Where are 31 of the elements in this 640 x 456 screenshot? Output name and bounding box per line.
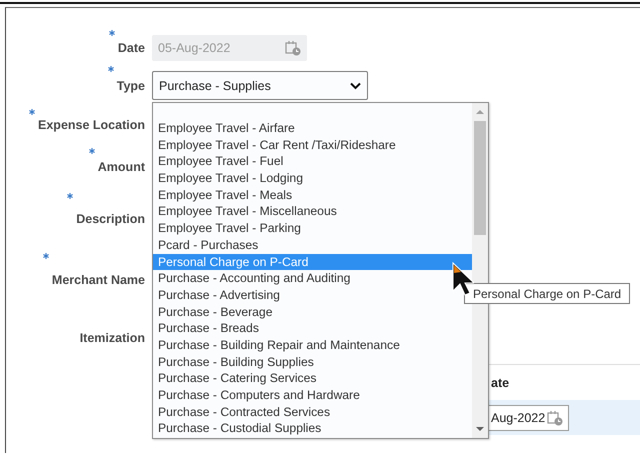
calendar-icon[interactable] [547, 410, 564, 426]
column-header: ate [491, 376, 510, 390]
field-label: Description [76, 212, 145, 226]
field-label: Date [118, 41, 145, 55]
dropdown-option[interactable]: Purchase - Building Supplies [153, 354, 472, 370]
dropdown-option[interactable]: Purchase - Building Repair and Maintenance [153, 336, 472, 354]
type-select[interactable]: Purchase - Supplies [152, 71, 368, 100]
field-label: Expense Location [38, 118, 145, 132]
tooltip: Personal Charge on P-Card [464, 283, 630, 304]
dropdown-option[interactable]: Employee Travel - Airfare [153, 120, 472, 137]
dropdown-option[interactable]: Pcard - Purchases [153, 236, 472, 254]
dropdown-option[interactable]: Purchase - Breads [153, 320, 472, 337]
field-label: Type [116, 78, 145, 92]
dropdown-option[interactable]: Purchase - Custodial Supplies [153, 420, 472, 438]
dropdown-option[interactable]: Purchase - Contracted Services [153, 404, 472, 420]
dropdown-option[interactable]: Employee Travel - Miscellaneous [153, 203, 472, 220]
dropdown-option[interactable]: Employee Travel - Car Rent /Taxi/Rideshare [153, 136, 472, 154]
date-field[interactable]: Aug-2022 [489, 404, 569, 430]
dropdown-option[interactable]: Employee Travel - Meals [153, 186, 472, 204]
mouse-cursor-icon [452, 262, 474, 296]
dropdown-option[interactable]: Employee Travel - Lodging [153, 170, 472, 187]
field-label: Amount [98, 160, 145, 174]
dropdown-option[interactable]: Employee Travel - Parking [153, 220, 472, 237]
dropdown-option[interactable]: Purchase - Catering Services [153, 370, 472, 387]
dropdown-option[interactable]: Employee Travel - Fuel [153, 153, 472, 170]
field-label: Itemization [80, 330, 145, 344]
chevron-down-icon [350, 82, 361, 90]
scroll-thumb[interactable] [474, 121, 486, 235]
field-label: Merchant Name [52, 273, 145, 287]
dropdown-option[interactable]: Purchase - Computers and Hardware [153, 387, 472, 404]
dropdown-option[interactable]: Purchase - Beverage [153, 304, 472, 320]
